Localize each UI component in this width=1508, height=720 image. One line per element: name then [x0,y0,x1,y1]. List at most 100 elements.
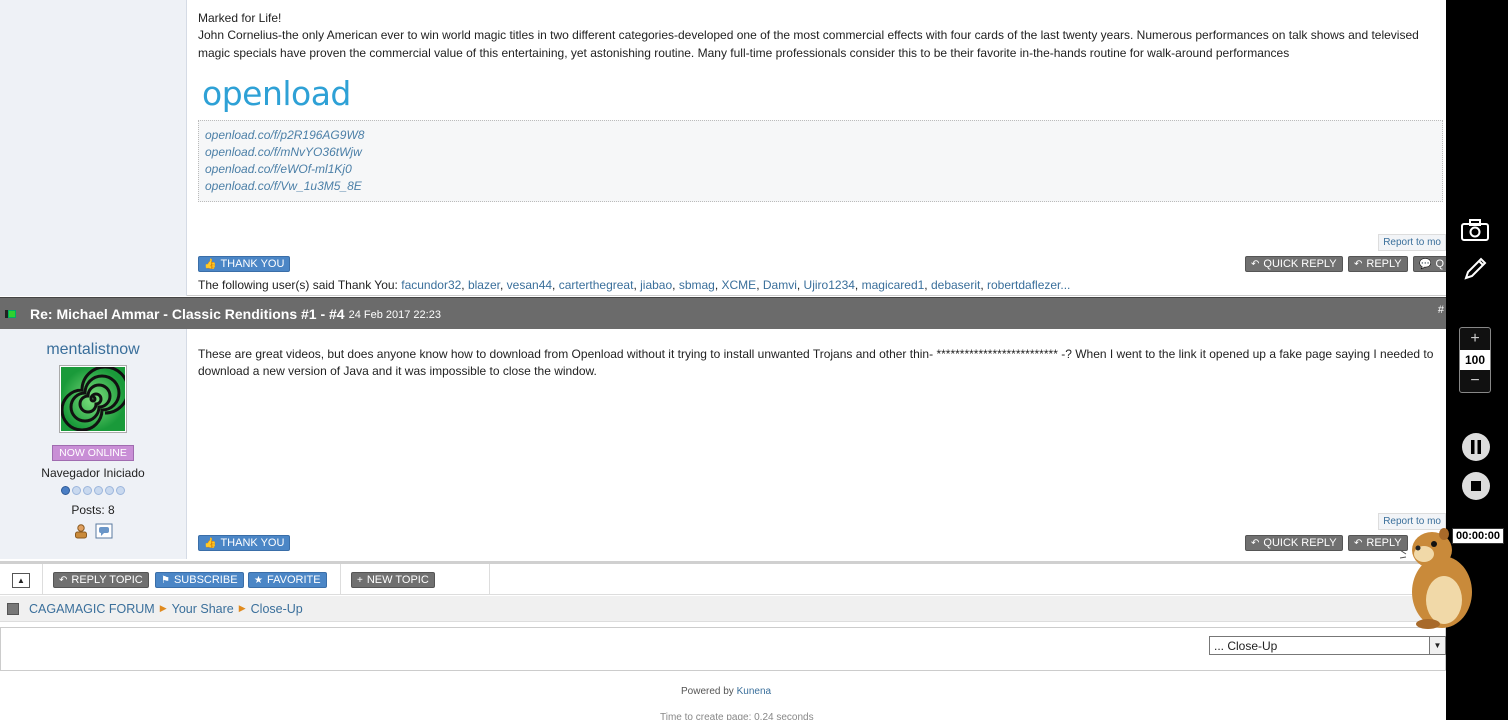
download-link-4[interactable]: openload.co/f/Vw_1u3M5_8E [205,178,1436,195]
download-link-3[interactable]: openload.co/f/eWOf-ml1Kj0 [205,161,1436,178]
thanked-user-link[interactable]: sbmag [679,278,715,292]
arrow-up-icon: ▲ [17,576,25,585]
stop-icon[interactable] [1460,470,1492,502]
scroll-top-button[interactable]: ▲ [12,573,30,588]
download-link-1[interactable]: openload.co/f/p2R196AG9W8 [205,127,1436,144]
reply-label: REPLY [1366,537,1402,549]
forum-page: Marked for Life! John Cornelius-the only… [0,0,1446,720]
page-generation-time: Time to create page: 0.24 seconds [660,712,814,720]
rank-dot [72,486,81,495]
reply-arrow-icon: ↶ [1251,258,1260,270]
toolbar-cell: + NEW TOPIC [341,564,490,595]
post-1-actions: 👍 THANK YOU ↶ QUICK REPLY ↶ REPLY 💬 Q [198,256,1446,274]
post-permalink[interactable]: # [1438,304,1444,316]
thanked-user-link[interactable]: jiabao [640,278,672,292]
breadcrumb-subcategory[interactable]: Close-Up [251,602,303,616]
thanked-user-link[interactable]: debaserit [931,278,980,292]
thank-you-label: THANK YOU [220,537,285,549]
private-message-icon[interactable] [95,523,113,539]
toolbar-cell: ▲ [0,564,43,595]
post-2: mentalistnow NOW ONLINE Navegador Inicia… [0,329,1446,559]
zoom-in-button[interactable]: + [1460,328,1490,350]
thanked-user-link[interactable]: vesan44 [507,278,552,292]
post-2-actions: 👍 THANK YOU ↶ QUICK REPLY ↶ REPLY [198,535,1446,553]
post-2-title[interactable]: Re: Michael Ammar - Classic Renditions #… [30,306,345,322]
zoom-out-button[interactable]: − [1460,370,1490,392]
speech-bubble-icon: 💬 [1419,258,1432,270]
rank-dot [83,486,92,495]
breadcrumb-arrow-icon: ▶ [238,603,246,613]
star-icon: ★ [254,574,263,586]
thanked-user-link[interactable]: magicared1 [862,278,925,292]
chevron-down-icon[interactable]: ▼ [1429,637,1445,654]
pen-icon[interactable] [1460,252,1492,284]
rank-dots [0,486,186,495]
camera-icon[interactable] [1459,216,1491,244]
thanks-line: The following user(s) said Thank You: fa… [198,278,1070,292]
quick-reply-label: QUICK REPLY [1263,258,1337,270]
forum-jump: ... Close-Up ▼ [0,627,1446,671]
spiral-avatar-icon [61,367,125,431]
user-profile-icon[interactable] [73,523,89,539]
reply-topic-button[interactable]: ↶ REPLY TOPIC [53,572,149,588]
topic-toolbar: ▲ ↶ REPLY TOPIC ⚑ SUBSCRIBE ★ FAVORITE +… [0,561,1446,595]
thanked-user-link[interactable]: Ujiro1234 [804,278,855,292]
rank-dot [94,486,103,495]
post-1: Marked for Life! John Cornelius-the only… [0,0,1446,296]
thanked-users-list: facundor32, blazer, vesan44, carterthegr… [401,278,1071,292]
forum-jump-value: ... Close-Up [1214,639,1278,653]
quote-label: Q [1435,258,1445,270]
thanked-user-link[interactable]: carterthegreat [559,278,634,292]
thanks-prefix: The following user(s) said Thank You: [198,278,398,292]
reply-button[interactable]: ↶ REPLY [1348,256,1408,272]
powered-prefix: Powered by [681,686,734,697]
post-1-text: John Cornelius-the only American ever to… [198,28,1419,60]
topic-status-icon [8,309,16,318]
breadcrumb-forum[interactable]: CAGAMAGIC FORUM [29,602,155,616]
quote-button[interactable]: 💬 Q [1413,256,1446,272]
report-to-moderator-link[interactable]: Report to mo [1378,234,1446,251]
post-2-header: Re: Michael Ammar - Classic Renditions #… [0,297,1446,329]
online-status-badge: NOW ONLINE [52,445,134,461]
download-link-2[interactable]: openload.co/f/mNvYO36tWjw [205,144,1436,161]
new-topic-button[interactable]: + NEW TOPIC [351,572,435,588]
thank-you-button[interactable]: 👍 THANK YOU [198,535,291,551]
thanked-user-link[interactable]: robertdaflezer... [987,278,1070,292]
quick-reply-button[interactable]: ↶ QUICK REPLY [1245,256,1343,272]
reply-label: REPLY [1366,258,1402,270]
breadcrumb-category[interactable]: Your Share [172,602,234,616]
links-box: openload.co/f/p2R196AG9W8 openload.co/f/… [198,119,1443,202]
plus-icon: + [357,574,363,586]
pause-icon[interactable] [1460,431,1492,463]
avatar[interactable] [59,365,127,433]
breadcrumb-arrow-icon: ▶ [159,603,167,613]
quick-reply-button[interactable]: ↶ QUICK REPLY [1245,535,1343,551]
author-username[interactable]: mentalistnow [0,341,186,359]
favorite-label: FAVORITE [266,574,321,586]
subscribe-label: SUBSCRIBE [173,574,238,586]
thanked-user-link[interactable]: XCME [722,278,757,292]
favorite-button[interactable]: ★ FAVORITE [248,572,327,588]
reply-arrow-icon: ↶ [59,574,68,586]
thank-you-label: THANK YOU [220,258,285,270]
forum-jump-select[interactable]: ... Close-Up ▼ [1209,636,1446,655]
reply-arrow-icon: ↶ [1354,537,1363,549]
thank-you-button[interactable]: 👍 THANK YOU [198,256,291,272]
thumbs-up-icon: 👍 [204,258,217,270]
breadcrumb: CAGAMAGIC FORUM ▶ Your Share ▶ Close-Up [0,596,1446,622]
reply-arrow-icon: ↶ [1354,258,1363,270]
post-2-text: These are great videos, but does anyone … [198,347,1434,379]
reply-button[interactable]: ↶ REPLY [1348,535,1408,551]
kunena-link[interactable]: Kunena [737,686,771,697]
flag-icon: ⚑ [161,574,170,586]
powered-by: Powered by Kunena [681,686,771,697]
quick-reply-label: QUICK REPLY [1263,537,1337,549]
openload-logo: openload [202,74,1443,113]
thanked-user-link[interactable]: Damvi [763,278,797,292]
thanked-user-link[interactable]: facundor32 [401,278,461,292]
subscribe-button[interactable]: ⚑ SUBSCRIBE [155,572,244,588]
toolbar-cell: ↶ REPLY TOPIC ⚑ SUBSCRIBE ★ FAVORITE [43,564,341,595]
post-2-author-sidebar: mentalistnow NOW ONLINE Navegador Inicia… [0,329,187,559]
thanked-user-link[interactable]: blazer [468,278,500,292]
post-1-body: Marked for Life! John Cornelius-the only… [198,10,1443,202]
